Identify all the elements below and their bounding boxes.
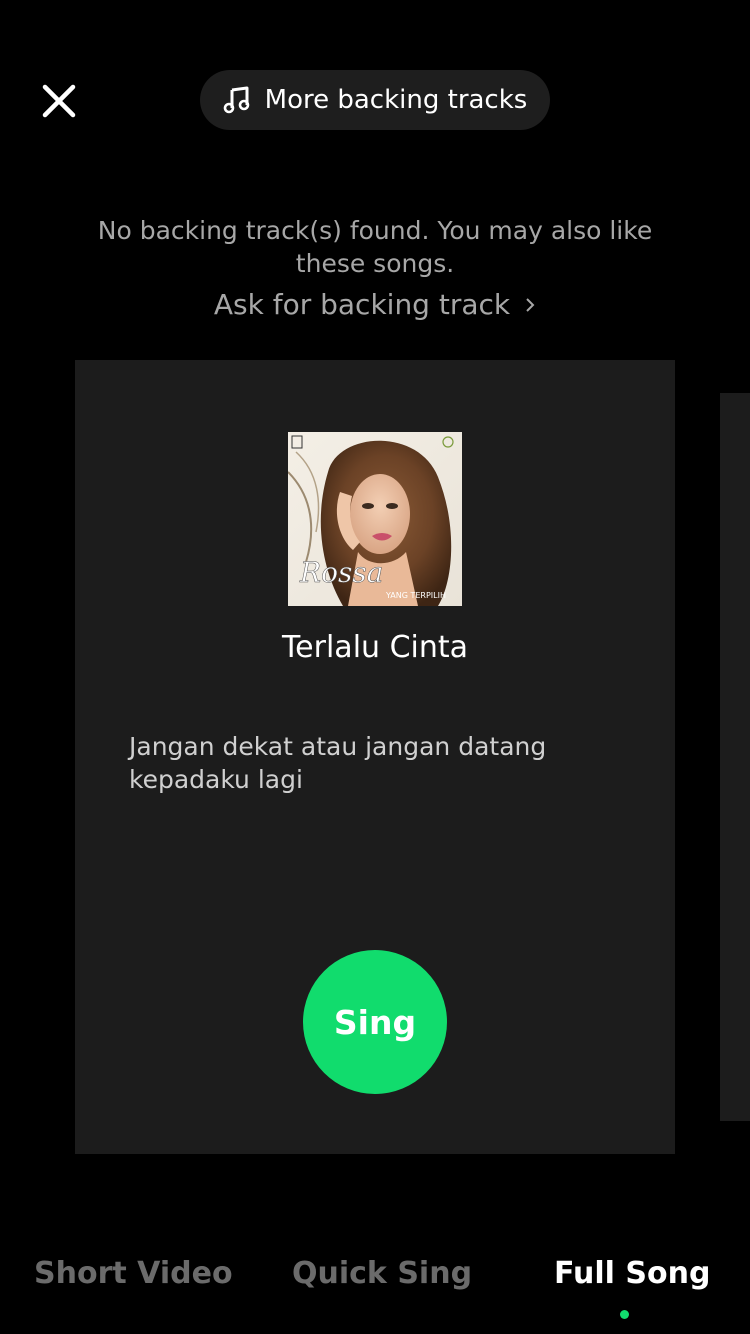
chevron-right-icon [524, 287, 536, 325]
song-card[interactable]: Rossa YANG TERPILIH Terlalu Cinta Jangan… [75, 360, 675, 1154]
sing-button[interactable]: Sing [303, 950, 447, 1094]
lyrics-preview: Jangan dekat atau jangan datang kepadaku… [129, 732, 547, 794]
tab-short-video[interactable]: Short Video [34, 1250, 233, 1298]
cover-subtitle: YANG TERPILIH [385, 591, 446, 600]
tab-quick-sing[interactable]: Quick Sing [292, 1250, 472, 1298]
next-song-card[interactable] [720, 393, 750, 1121]
ask-for-backing-track-label: Ask for backing track [213, 288, 511, 321]
close-icon [30, 72, 88, 130]
cover-signature: Rossa [299, 556, 383, 589]
tab-full-song[interactable]: Full Song [554, 1250, 710, 1298]
ask-for-backing-track-link[interactable]: Ask for backing track [0, 286, 750, 325]
album-cover: Rossa YANG TERPILIH [288, 432, 462, 606]
music-note-icon [223, 86, 251, 114]
more-backing-tracks-button[interactable]: More backing tracks [200, 70, 550, 130]
close-button[interactable] [30, 72, 88, 130]
more-backing-tracks-label: More backing tracks [264, 85, 528, 115]
mode-tabs: Short Video Quick Sing Full Song [0, 1250, 750, 1310]
no-tracks-message: No backing track(s) found. You may also … [97, 216, 653, 278]
song-title: Terlalu Cinta [281, 630, 469, 665]
active-tab-indicator [620, 1310, 629, 1319]
